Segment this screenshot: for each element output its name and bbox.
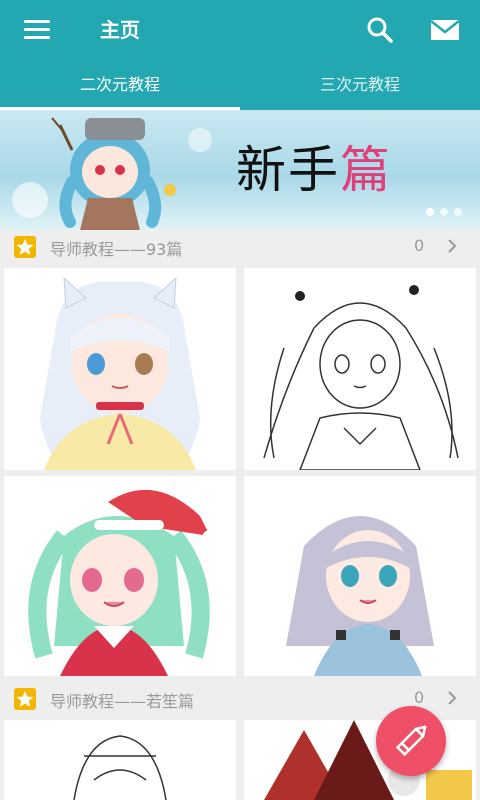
star-icon bbox=[14, 688, 36, 710]
tab-bar: 二次元教程 三次元教程 bbox=[0, 64, 480, 110]
page-dot bbox=[440, 208, 448, 216]
section-count: 0 bbox=[414, 688, 425, 707]
chevron-right-icon[interactable] bbox=[444, 688, 460, 708]
search-icon[interactable] bbox=[366, 16, 394, 44]
app-bar: 主页 二次元教程 三次元教程 bbox=[0, 0, 480, 110]
section-title: 导师教程——93篇 bbox=[50, 240, 183, 259]
tutorial-thumbnail bbox=[263, 285, 459, 470]
section-header[interactable]: 导师教程——93篇 0 bbox=[0, 230, 480, 264]
tutorial-card[interactable] bbox=[244, 268, 476, 470]
tutorial-thumbnail bbox=[28, 489, 218, 676]
tutorial-card[interactable] bbox=[4, 720, 236, 800]
section-title: 导师教程——若笙篇 bbox=[50, 692, 195, 711]
tutorial-card[interactable] bbox=[4, 476, 236, 676]
edit-fab[interactable] bbox=[376, 706, 446, 776]
banner[interactable]: 新手篇 bbox=[0, 110, 480, 230]
pencil-icon bbox=[395, 725, 427, 757]
section-count: 0 bbox=[414, 236, 425, 255]
page-dot bbox=[454, 208, 462, 216]
tab-2d-tutorial[interactable]: 二次元教程 bbox=[0, 64, 240, 110]
chevron-right-icon[interactable] bbox=[444, 236, 460, 256]
mail-icon[interactable] bbox=[430, 18, 460, 42]
page-dot bbox=[426, 208, 434, 216]
banner-title: 新手篇 bbox=[236, 141, 392, 199]
tutorial-card[interactable] bbox=[4, 268, 236, 470]
tutorial-thumbnail bbox=[40, 276, 200, 470]
tutorial-card[interactable] bbox=[244, 476, 476, 676]
page-title: 主页 bbox=[100, 18, 140, 42]
banner-page-indicator bbox=[420, 201, 462, 220]
toolbar: 主页 bbox=[0, 0, 480, 60]
star-icon bbox=[14, 236, 36, 258]
banner-illustration bbox=[12, 117, 212, 230]
tab-3d-tutorial[interactable]: 三次元教程 bbox=[240, 64, 480, 110]
tutorial-thumbnail bbox=[73, 735, 167, 800]
tutorial-thumbnail bbox=[286, 516, 434, 676]
menu-icon[interactable] bbox=[24, 18, 50, 40]
